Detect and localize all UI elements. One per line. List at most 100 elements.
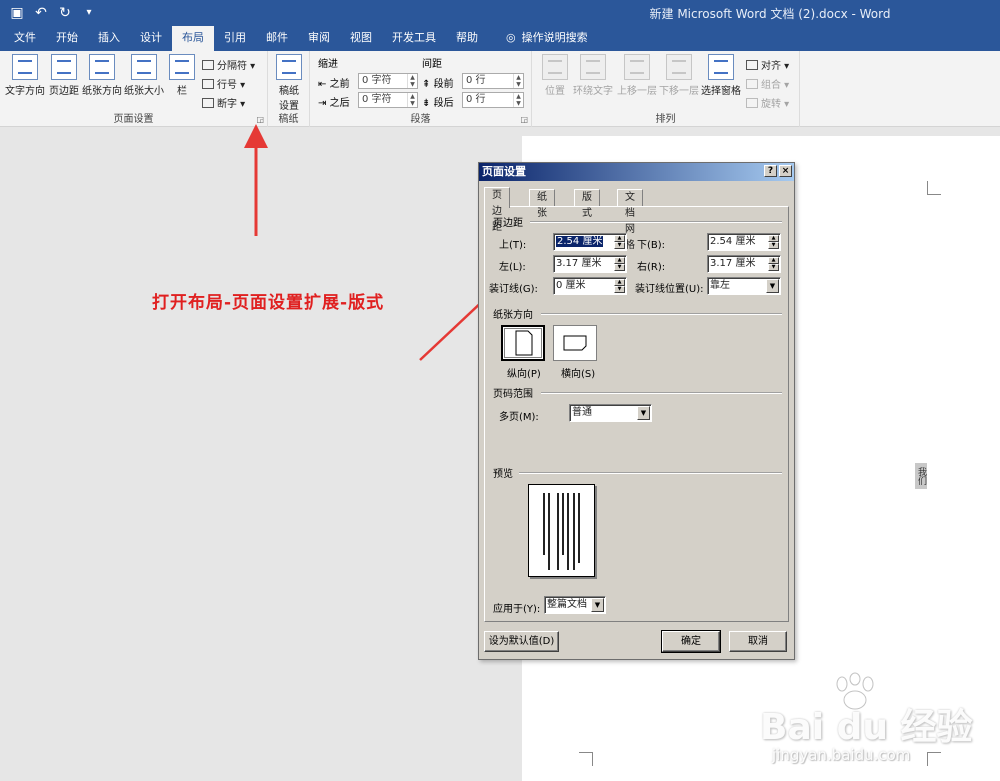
portrait-option[interactable] [501, 325, 545, 361]
title-bar: ▣ ↶ ↻ ▾ 新建 Microsoft Word 文档 (2).docx - … [0, 0, 1000, 26]
top-margin-label: 上(T): [499, 240, 527, 251]
gutter-spinner[interactable]: ▲ ▼ [614, 279, 625, 293]
group-button[interactable]: 组合 ▾ [746, 76, 789, 91]
chevron-down-icon[interactable]: ▼ [591, 598, 604, 612]
tab-developer[interactable]: 开发工具 [382, 26, 446, 51]
section-divider [519, 472, 782, 474]
right-margin-label: 右(R): [637, 262, 666, 273]
document-text: 我们 [915, 463, 927, 489]
chevron-down-icon[interactable]: ▼ [766, 279, 779, 293]
page-setup-launcher-icon[interactable]: ◲ [256, 115, 264, 124]
section-divider [541, 392, 782, 394]
tab-paper[interactable]: 纸张 [529, 189, 555, 219]
close-button[interactable]: × [779, 165, 792, 177]
tab-file[interactable]: 文件 [4, 26, 46, 51]
preview-section-title: 预览 [493, 469, 513, 480]
watermark-brand: Bai du 经验 [760, 707, 973, 748]
orientation-button[interactable]: 纸张方向 [81, 54, 123, 97]
line-numbers-button[interactable]: 行号 ▾ [202, 76, 245, 91]
ok-button[interactable]: 确定 [661, 630, 721, 653]
section-divider [541, 313, 782, 315]
text-direction-icon [12, 54, 38, 80]
indent-after-input[interactable]: 0 字符 ▲ ▼ [358, 92, 418, 108]
tab-layout[interactable]: 布局 [172, 26, 214, 51]
wrap-text-button[interactable]: 环绕文字 [572, 54, 614, 97]
multiple-pages-label: 多页(M): [499, 412, 539, 423]
align-button[interactable]: 对齐 ▾ [746, 57, 789, 72]
rotate-icon [746, 98, 758, 108]
section-divider [530, 221, 782, 223]
bottom-margin-spinner[interactable]: ▲ ▼ [768, 235, 779, 249]
columns-button[interactable]: 栏 [168, 54, 196, 97]
align-icon [746, 60, 758, 70]
tab-layout-format[interactable]: 版式 [574, 189, 600, 219]
tell-me-search[interactable]: ◎ 操作说明搜索 [488, 26, 598, 51]
tab-mailings[interactable]: 邮件 [256, 26, 298, 51]
size-button[interactable]: 纸张大小 [123, 54, 165, 97]
margins-button[interactable]: 页边距 [47, 54, 81, 97]
tab-margins[interactable]: 页边距 [484, 187, 510, 233]
orientation-section-title: 纸张方向 [493, 310, 533, 321]
right-margin-input[interactable]: 3.17 厘米 ▲ ▼ [707, 255, 781, 273]
position-icon [542, 54, 568, 80]
tab-document-grid[interactable]: 文档网格 [617, 189, 643, 251]
indent-before-input[interactable]: 0 字符 ▲ ▼ [358, 73, 418, 89]
left-margin-input[interactable]: 3.17 厘米 ▲ ▼ [553, 255, 627, 273]
tab-references[interactable]: 引用 [214, 26, 256, 51]
selection-pane-button[interactable]: 选择窗格 [700, 54, 742, 97]
ribbon: 文字方向 页边距 纸张方向 纸张大小 栏 分隔符 ▾ 行号 ▾ 断字 ▾ 页面设… [0, 51, 1000, 127]
text-direction-button[interactable]: 文字方向 [4, 54, 46, 97]
left-margin-spinner[interactable]: ▲ ▼ [614, 257, 625, 271]
bring-forward-icon [624, 54, 650, 80]
multiple-pages-select[interactable]: 普通 ▼ [569, 404, 652, 422]
gutter-label: 装订线(G): [489, 284, 538, 295]
size-icon [131, 54, 157, 80]
position-button[interactable]: 位置 [540, 54, 570, 97]
top-margin-input[interactable]: 2.54 厘米 ▲ ▼ [553, 233, 627, 251]
tab-help[interactable]: 帮助 [446, 26, 488, 51]
landscape-label: 横向(S) [561, 369, 596, 380]
send-backward-button[interactable]: 下移一层 [658, 54, 700, 97]
tab-insert[interactable]: 插入 [88, 26, 130, 51]
spacing-before-input[interactable]: 0 行 ▲ ▼ [462, 73, 524, 89]
help-button[interactable]: ? [764, 165, 777, 177]
dialog-title: 页面设置 [482, 165, 526, 178]
gutter-input[interactable]: 0 厘米 ▲ ▼ [553, 277, 627, 295]
arrange-label: 排列 [655, 114, 676, 125]
rotate-button[interactable]: 旋转 ▾ [746, 95, 789, 110]
margins-panel: 页边距 上(T): 2.54 厘米 ▲ ▼ 下(B): 2.54 厘米 ▲ ▼ 左(… [484, 206, 789, 622]
columns-icon [169, 54, 195, 80]
tab-view[interactable]: 视图 [340, 26, 382, 51]
group-page-setup: 文字方向 页边距 纸张方向 纸张大小 栏 分隔符 ▾ 行号 ▾ 断字 ▾ 页面设… [0, 51, 268, 127]
page-preview [528, 484, 595, 577]
right-margin-spinner[interactable]: ▲ ▼ [768, 257, 779, 271]
bottom-margin-label: 下(B): [637, 240, 666, 251]
apply-to-select[interactable]: 整篇文档 ▼ [544, 596, 606, 614]
page-setup-label: 页面设置 [113, 114, 154, 125]
line-numbers-icon [202, 79, 214, 89]
manuscript-button[interactable]: 稿纸 设置 [274, 54, 304, 112]
hyphenation-icon [202, 98, 214, 108]
hyphenation-button[interactable]: 断字 ▾ [202, 95, 245, 110]
tab-home[interactable]: 开始 [46, 26, 88, 51]
group-arrange: 位置 环绕文字 上移一层 下移一层 选择窗格 对齐 ▾ 组合 ▾ 旋转 ▾ 排列 [532, 51, 800, 127]
page-setup-dialog: 页面设置 ? × 页边距 纸张 版式 文档网格 页边距 上(T): 2.54 厘… [478, 162, 795, 660]
margins-icon [51, 54, 77, 80]
chevron-down-icon[interactable]: ▼ [637, 406, 650, 420]
breaks-button[interactable]: 分隔符 ▾ [202, 57, 255, 72]
gutter-position-select[interactable]: 靠左 ▼ [707, 277, 781, 295]
top-margin-spinner[interactable]: ▲ ▼ [614, 235, 625, 249]
bring-forward-button[interactable]: 上移一层 [616, 54, 658, 97]
manuscript-icon [276, 54, 302, 80]
apply-to-label: 应用于(Y): [493, 604, 541, 615]
set-default-button[interactable]: 设为默认值(D) [484, 631, 559, 652]
landscape-option[interactable] [553, 325, 597, 361]
spacing-after-input[interactable]: 0 行 ▲ ▼ [462, 92, 524, 108]
tab-design[interactable]: 设计 [130, 26, 172, 51]
paragraph-launcher-icon[interactable]: ◲ [520, 115, 528, 124]
cancel-button[interactable]: 取消 [729, 631, 787, 652]
dialog-title-bar[interactable]: 页面设置 ? × [479, 163, 794, 181]
bottom-margin-input[interactable]: 2.54 厘米 ▲ ▼ [707, 233, 781, 251]
watermark-url: jingyan.baidu.com [772, 746, 911, 764]
tab-review[interactable]: 审阅 [298, 26, 340, 51]
